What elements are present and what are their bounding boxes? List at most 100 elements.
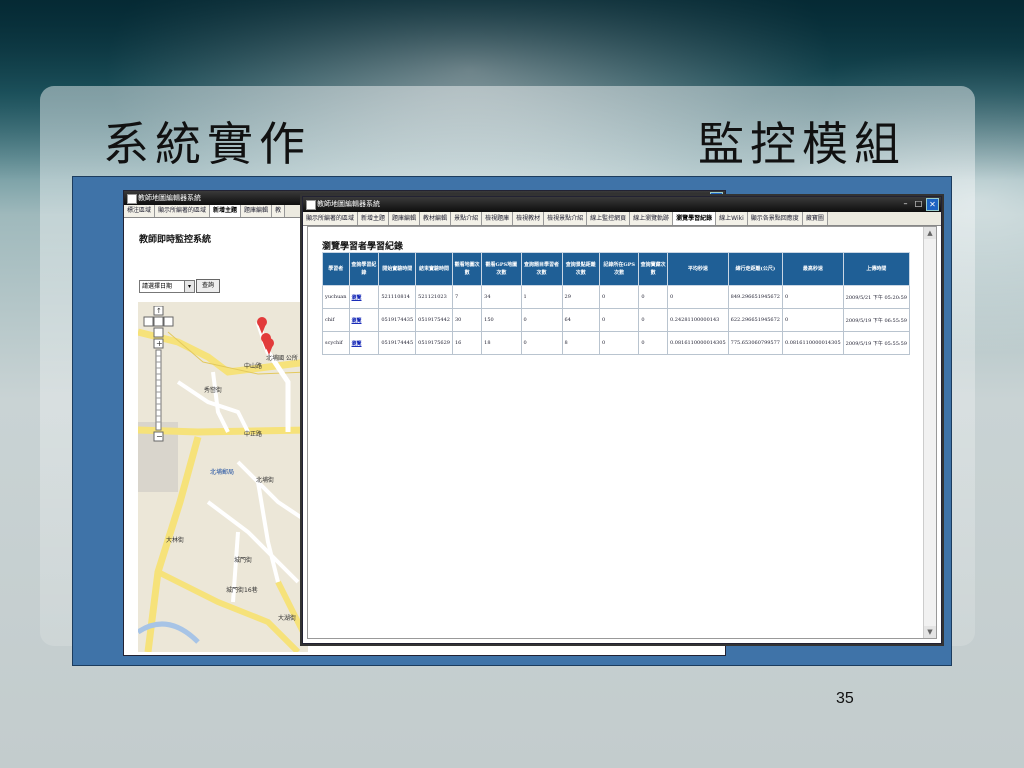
front-tab-7[interactable]: 檢視景點介紹 (544, 212, 588, 225)
map-label: 大湖街 (278, 614, 296, 622)
table-cell: 0 (781, 285, 844, 309)
page-number: 35 (836, 690, 854, 707)
table-cell: 521110814 (378, 285, 417, 309)
date-select-value: 請選擇日期 (142, 283, 173, 290)
view-record-link[interactable]: 瀏覽 (348, 331, 380, 355)
column-header: 總行走距離(公尺) (727, 252, 783, 286)
table-cell: 7 (451, 285, 483, 309)
map-view[interactable]: 中山路 中正路 北埔郵局 北埔國 公所 北埔街 大林街 城門街 城門街16巷 大… (138, 302, 308, 652)
query-button[interactable]: 查詢 (196, 279, 220, 293)
front-tab-12[interactable]: 顯示各景點回應度 (747, 212, 803, 225)
table-cell: 0.0816110000014305 (667, 331, 729, 355)
table-cell: 1 (520, 285, 563, 309)
svg-text:+: + (156, 339, 163, 348)
column-header: 記錄所在GPS次數 (598, 252, 640, 286)
table-cell: 0 (598, 331, 640, 355)
back-tab-0[interactable]: 標注區域 (124, 205, 156, 217)
vertical-scrollbar[interactable]: ▲ ▼ (923, 227, 936, 638)
table-cell: chif (322, 308, 350, 332)
front-tab-0[interactable]: 顯示所編著的區域 (303, 212, 359, 225)
map-label: 城門街16巷 (226, 586, 258, 594)
table-cell: 34 (481, 285, 522, 309)
table-cell: 16 (451, 331, 483, 355)
table-cell: scychif (322, 331, 350, 355)
front-tab-4[interactable]: 景點介紹 (451, 212, 483, 225)
back-tab-3[interactable]: 題庫編輯 (241, 205, 273, 217)
front-tab-8[interactable]: 線上監控網頁 (587, 212, 631, 225)
slide-title-left: 系統實作 (103, 117, 311, 171)
front-tab-1[interactable]: 新增主題 (358, 212, 390, 225)
column-header: 結束實驗時間 (415, 252, 453, 286)
table-cell: 30 (451, 308, 483, 332)
table-cell: 29 (561, 285, 600, 309)
map-label: 北埔國 公所 (266, 354, 298, 362)
front-tab-6[interactable]: 檢視教材 (513, 212, 545, 225)
table-row: chif 瀏覽 0519174435 0519175442 30 150 0 64 0 0 0.24… (322, 308, 911, 332)
table-cell: 0519174435 (378, 308, 417, 332)
front-tab-11[interactable]: 線上Wiki (716, 212, 748, 225)
record-panel: 瀏覽學習者學習紀錄 學習者 查詢學習紀錄 開始實驗時間 結束實驗時間 觀看地圖次數 觀看G… (307, 226, 937, 639)
table-cell: 0 (520, 331, 563, 355)
table-cell: 18 (481, 331, 522, 355)
back-tab-2[interactable]: 新增主題 (210, 205, 242, 217)
map-label: 城門街 (234, 556, 252, 564)
slide-title-right: 監控模組 (698, 117, 906, 171)
table-body: yuchuan 瀏覽 521110814 521121023 7 34 1 29 0 0 0 849.… (322, 285, 911, 355)
chevron-down-icon[interactable]: ▾ (184, 281, 194, 292)
table-cell: 2009/5/19 下午 06:55:59 (842, 308, 911, 332)
table-cell: 0.0816110000014305 (781, 331, 844, 355)
front-tab-2[interactable]: 題庫編輯 (389, 212, 421, 225)
front-window-titlebar: 教師地圖編輯器系統 – □ ✕ (303, 197, 941, 212)
map-label: 中正路 (244, 430, 262, 438)
scroll-up-icon[interactable]: ▲ (924, 227, 936, 239)
table-cell: 0 (638, 331, 668, 355)
column-header: 查詢寶藏次數 (638, 252, 668, 286)
table-cell: 0 (781, 308, 844, 332)
front-tab-13[interactable]: 藏寶圖 (802, 212, 828, 225)
table-cell: 622.296651945672 (727, 308, 783, 332)
table-cell: 0.24281100000143 (667, 308, 729, 332)
table-cell: 0519175629 (415, 331, 453, 355)
view-record-link[interactable]: 瀏覽 (348, 308, 380, 332)
front-window-title: 教師地圖編輯器系統 (317, 200, 380, 208)
front-tab-5[interactable]: 檢視題庫 (482, 212, 514, 225)
front-tab-9[interactable]: 線上瀏覽軌跡 (630, 212, 674, 225)
column-header: 查詢題目學習者次數 (520, 252, 563, 286)
map-label: 北埔街 (256, 476, 274, 484)
table-cell: yuchuan (322, 285, 350, 309)
front-tabbar: 顯示所編著的區域 新增主題 題庫編輯 教材編輯 景點介紹 檢視題庫 檢視教材 檢視景點介紹 線上… (303, 212, 941, 226)
svg-text:↑: ↑ (156, 307, 162, 315)
table-row: yuchuan 瀏覽 521110814 521121023 7 34 1 29 0 0 0 849.… (322, 285, 911, 309)
table-cell: 8 (561, 331, 600, 355)
date-select[interactable]: 請選擇日期 ▾ (139, 280, 195, 293)
front-tab-10[interactable]: 瀏覽學習紀錄 (673, 212, 717, 225)
front-tab-3[interactable]: 教材編輯 (420, 212, 452, 225)
column-header: 上傳時間 (842, 252, 911, 286)
table-cell: 150 (481, 308, 522, 332)
map-label: 中山路 (244, 362, 262, 370)
column-header: 學習者 (322, 252, 350, 286)
table-cell: 849.296651945672 (727, 285, 783, 309)
minimize-icon[interactable]: – (900, 198, 911, 209)
maximize-icon[interactable]: □ (913, 198, 924, 209)
record-table-title: 瀏覽學習者學習紀錄 (322, 242, 404, 252)
app-icon (306, 200, 316, 210)
view-record-link[interactable]: 瀏覽 (348, 285, 380, 309)
table-header-row: 學習者 查詢學習紀錄 開始實驗時間 結束實驗時間 觀看地圖次數 觀看GPS地圖次數 查詢題目… (322, 252, 911, 286)
svg-text:−: − (156, 432, 163, 441)
table-cell: 0 (638, 308, 668, 332)
back-tab-4[interactable]: 教 (272, 205, 286, 217)
table-cell: 64 (561, 308, 600, 332)
zoom-slider-icon[interactable]: ↑ + − (142, 306, 176, 446)
learning-record-table: 學習者 查詢學習紀錄 開始實驗時間 結束實驗時間 觀看地圖次數 觀看GPS地圖次數 查詢題目… (322, 252, 911, 355)
map-label: 北埔郵局 (210, 468, 234, 476)
column-header: 開始實驗時間 (378, 252, 417, 286)
table-cell: 521121023 (415, 285, 453, 309)
column-header: 觀看地圖次數 (451, 252, 483, 286)
back-tab-1[interactable]: 顯示所編著的區域 (155, 205, 211, 217)
close-icon[interactable]: ✕ (926, 198, 939, 211)
scroll-down-icon[interactable]: ▼ (924, 626, 936, 638)
table-row: scychif 瀏覽 0519174445 0519175629 16 18 0 8 0 0 0.0… (322, 331, 911, 355)
table-cell: 775.653060799577 (727, 331, 783, 355)
column-header: 最高秒速 (781, 252, 844, 286)
